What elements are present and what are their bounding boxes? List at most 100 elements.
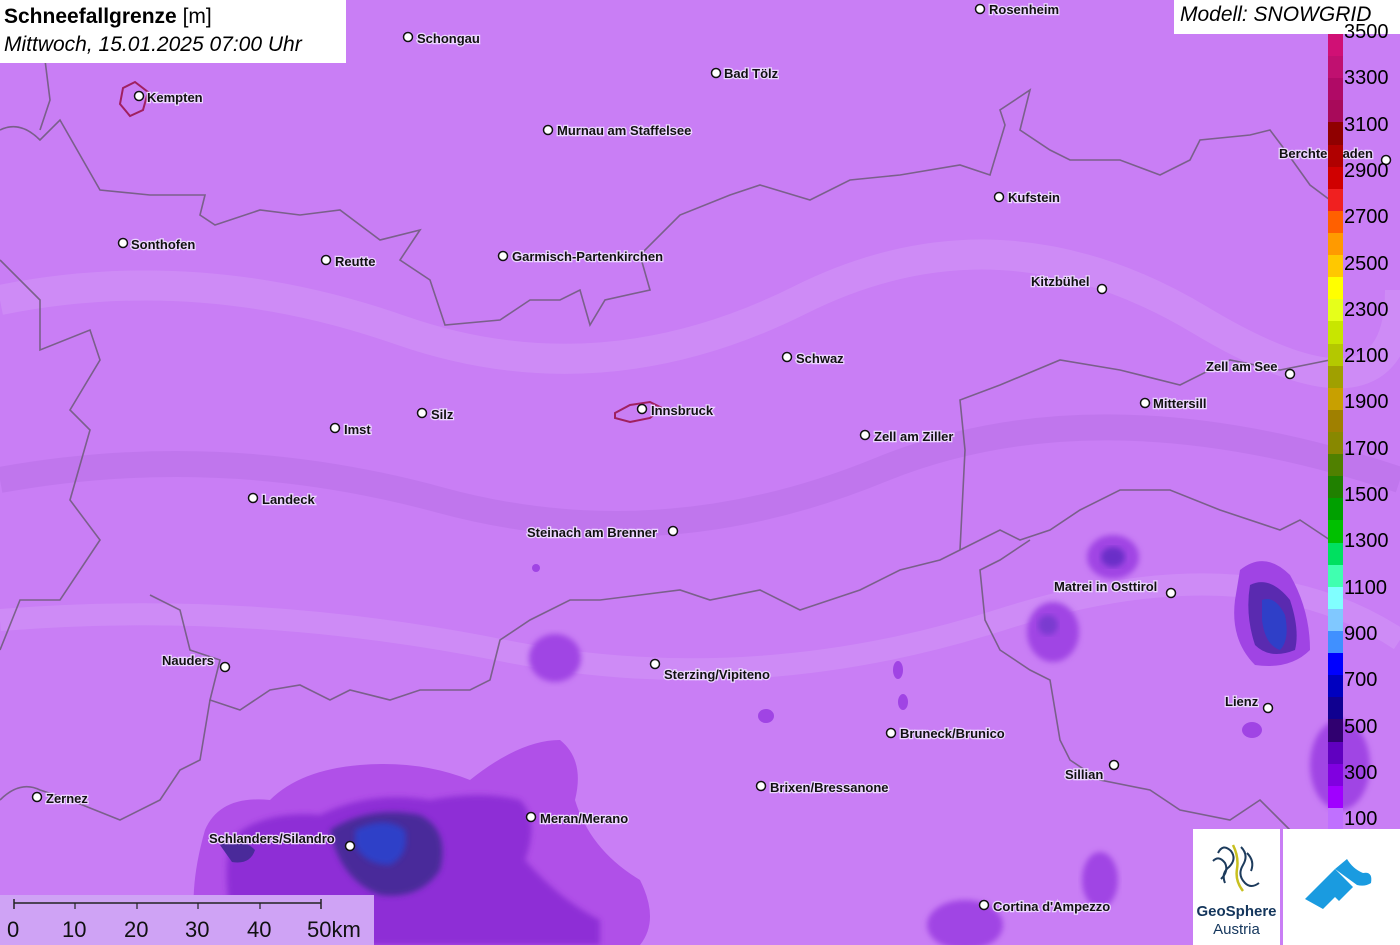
svg-text:Bruneck/Brunico: Bruneck/Brunico — [900, 726, 1005, 741]
legend-label: 1900 — [1344, 391, 1389, 414]
svg-text:Schwaz: Schwaz — [796, 351, 844, 366]
legend-label: 2100 — [1344, 345, 1389, 368]
map-title: Schneefallgrenze [m] — [4, 3, 342, 31]
svg-text:Schlanders/Silandro: Schlanders/Silandro — [209, 831, 335, 846]
svg-text:Kempten: Kempten — [147, 90, 203, 105]
legend-swatch — [1328, 741, 1343, 765]
svg-text:Schongau: Schongau — [417, 31, 480, 46]
legend-label: 2700 — [1344, 206, 1389, 229]
legend-swatch — [1328, 631, 1343, 654]
legend-swatch — [1328, 498, 1343, 521]
city-steinach: Steinach am Brenner — [526, 524, 679, 541]
legend-swatch — [1328, 586, 1343, 610]
scale-label-40: 40 — [247, 917, 272, 942]
svg-text:Lienz: Lienz — [1225, 694, 1259, 709]
legend-swatch — [1328, 675, 1343, 698]
legend-swatch — [1328, 454, 1343, 477]
title-parameter: Schneefallgrenze — [4, 5, 177, 28]
legend-swatch — [1328, 299, 1343, 322]
svg-text:Matrei in Osttirol: Matrei in Osttirol — [1054, 579, 1157, 594]
svg-text:Brixen/Bressanone: Brixen/Bressanone — [770, 780, 889, 795]
legend-swatch — [1328, 34, 1343, 57]
svg-text:Garmisch-Partenkirchen: Garmisch-Partenkirchen — [512, 249, 663, 264]
city-sonthofen: Sonthofen — [117, 236, 197, 253]
city-rosenheim: Rosenheim — [974, 1, 1060, 18]
legend-swatch — [1328, 78, 1343, 101]
svg-text:Nauders: Nauders — [162, 653, 214, 668]
svg-text:Zernez: Zernez — [46, 791, 88, 806]
svg-text:Bad Tölz: Bad Tölz — [724, 66, 779, 81]
legend-swatch — [1328, 653, 1343, 676]
geosphere-emblem-icon — [1212, 844, 1260, 892]
svg-text:Mittersill: Mittersill — [1153, 396, 1206, 411]
legend-swatch — [1328, 255, 1343, 278]
city-cortina: Cortina d'Ampezzo — [978, 898, 1112, 915]
legend-swatch — [1328, 188, 1343, 212]
svg-text:Zell am Ziller: Zell am Ziller — [874, 429, 953, 444]
legend-label: 2500 — [1344, 252, 1389, 275]
svg-text:Sonthofen: Sonthofen — [131, 237, 195, 252]
legend-swatch — [1328, 387, 1343, 411]
legend-label: 3100 — [1344, 113, 1389, 136]
legend-swatch — [1328, 719, 1343, 743]
svg-text:Kufstein: Kufstein — [1008, 190, 1060, 205]
legend-label: 1700 — [1344, 437, 1389, 460]
legend-swatch — [1328, 409, 1343, 433]
legend-swatch — [1328, 697, 1343, 720]
legend-swatch — [1328, 564, 1343, 588]
legend-swatch — [1328, 608, 1343, 632]
legend-swatch — [1328, 542, 1343, 566]
legend-label: 3500 — [1344, 21, 1389, 43]
svg-text:Imst: Imst — [344, 422, 371, 437]
legend-swatch — [1328, 56, 1343, 79]
legend-label: 700 — [1344, 669, 1378, 692]
legend-swatch — [1328, 100, 1343, 123]
scale-bar: 0 10 20 30 40 50km — [0, 895, 374, 945]
legend-label: 2900 — [1344, 159, 1389, 182]
scale-label-0: 0 — [7, 917, 20, 942]
city-garmisch: Garmisch-Partenkirchen — [497, 248, 664, 265]
city-zell-am-ziller: Zell am Ziller — [859, 428, 955, 445]
legend-swatch — [1328, 763, 1343, 787]
svg-text:Innsbruck: Innsbruck — [651, 403, 714, 418]
legend-label: 500 — [1344, 715, 1378, 738]
legend-swatch — [1328, 277, 1343, 300]
color-legend: 3500 3300 3100 2900 2700 2500 2300 2100 1900 1700… — [1328, 22, 1400, 831]
snowgrid-mountain-icon — [1305, 859, 1372, 909]
legend-label: 2300 — [1344, 298, 1389, 321]
legend-swatch — [1328, 343, 1343, 367]
legend-label: 3300 — [1344, 67, 1389, 90]
geosphere-austria-logo[interactable]: GeoSphere Austria — [1193, 829, 1280, 945]
legend-swatch — [1328, 520, 1343, 544]
svg-text:Sillian: Sillian — [1065, 767, 1103, 782]
svg-text:Rosenheim: Rosenheim — [989, 2, 1059, 17]
legend-swatch — [1328, 144, 1343, 168]
legend-color-bar — [1328, 34, 1343, 831]
legend-swatch — [1328, 210, 1343, 234]
scale-label-50km: 50km — [307, 917, 361, 942]
svg-text:Landeck: Landeck — [262, 492, 316, 507]
legend-swatch — [1328, 365, 1343, 389]
snowfall-limit-map: Rosenheim Schongau Bad Tölz Kempten Murn… — [0, 0, 1400, 945]
svg-text:Silz: Silz — [431, 407, 454, 422]
scale-label-20: 20 — [124, 917, 149, 942]
legend-label: 900 — [1344, 622, 1378, 645]
scale-label-10: 10 — [62, 917, 87, 942]
snowgrid-logo[interactable] — [1283, 829, 1400, 945]
city-brixen: Brixen/Bressanone — [755, 779, 890, 796]
city-bruneck: Bruneck/Brunico — [885, 725, 1006, 742]
geosphere-logo-line1: GeoSphere — [1196, 903, 1277, 920]
legend-swatch — [1328, 807, 1343, 831]
geosphere-logo-line2: Austria — [1213, 921, 1260, 938]
title-unit: [m] — [182, 5, 212, 28]
legend-label: 300 — [1344, 761, 1378, 784]
scale-label-30: 30 — [185, 917, 210, 942]
map-title-box: Schneefallgrenze [m] Mittwoch, 15.01.202… — [0, 0, 346, 63]
svg-text:Zell am See: Zell am See — [1206, 359, 1278, 374]
city-murnau: Murnau am Staffelsee — [542, 122, 693, 139]
legend-label: 1100 — [1344, 576, 1388, 599]
legend-swatch — [1328, 432, 1343, 455]
legend-swatch — [1328, 233, 1343, 256]
forecast-datetime: Mittwoch, 15.01.2025 07:00 Uhr — [4, 33, 302, 56]
svg-text:Cortina d'Ampezzo: Cortina d'Ampezzo — [993, 899, 1110, 914]
